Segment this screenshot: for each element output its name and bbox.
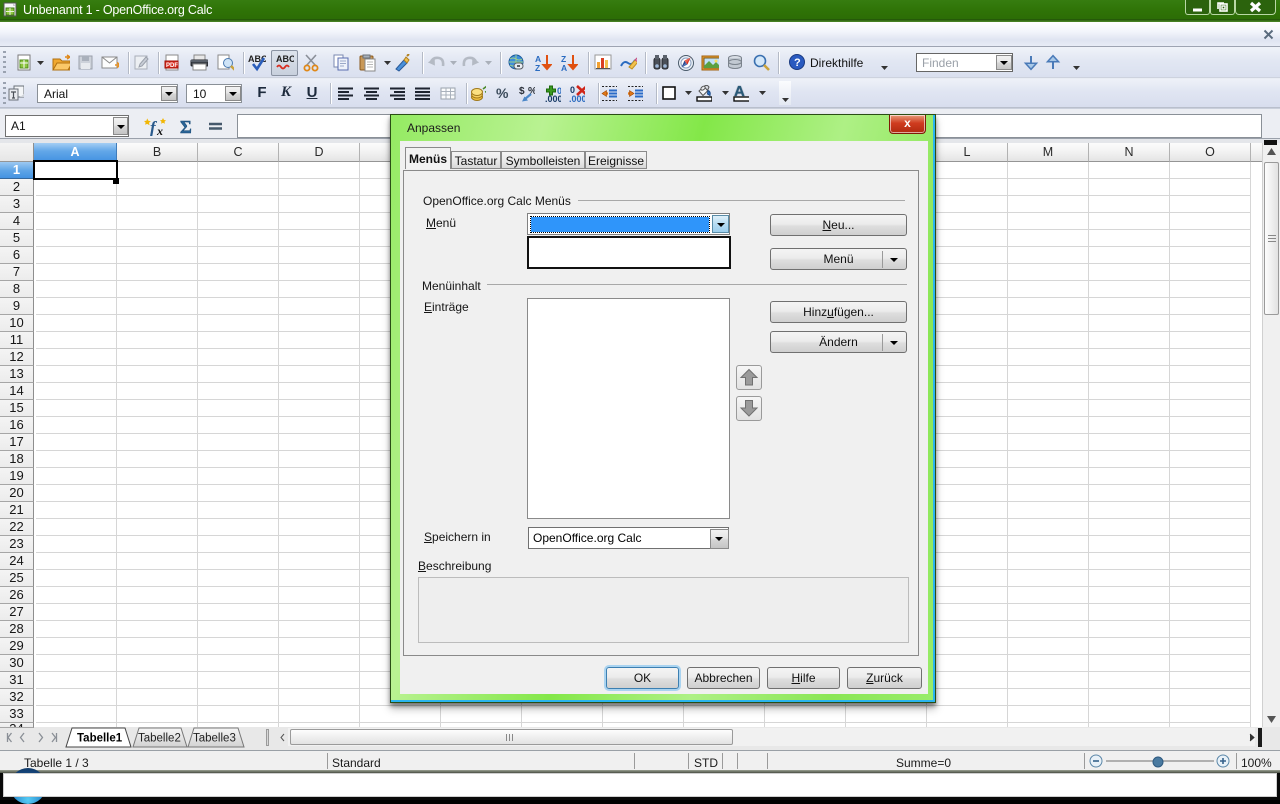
svg-text:x: x [156, 124, 163, 136]
svg-text:$: $ [519, 86, 525, 97]
svg-text:,000: ,000 [545, 94, 561, 102]
svg-text:Tabelle2: Tabelle2 [138, 733, 181, 745]
svg-text:?: ? [794, 57, 801, 69]
svg-text:Σ: Σ [180, 117, 192, 136]
svg-text:Tabelle3: Tabelle3 [193, 733, 236, 745]
svg-text:Tabelle1: Tabelle1 [77, 733, 123, 745]
svg-text:,000: ,000 [569, 94, 585, 102]
svg-text:Z: Z [535, 63, 540, 72]
svg-text:A: A [561, 63, 567, 72]
svg-text:PDF: PDF [166, 63, 178, 69]
svg-text:ABC: ABC [276, 54, 294, 64]
